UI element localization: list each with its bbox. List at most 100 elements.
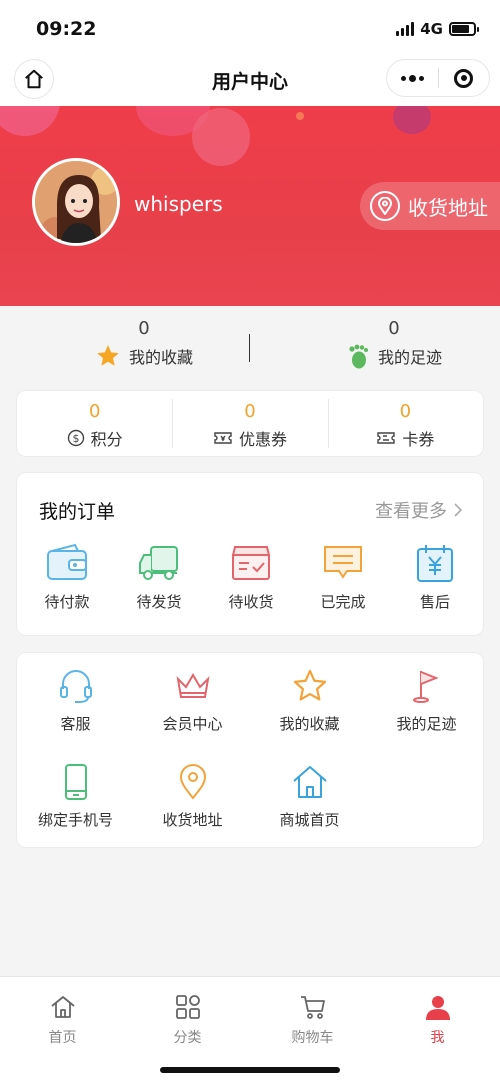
shipping-address-button[interactable]: 收货地址 <box>360 182 500 230</box>
tab-bar: 首页 分类 购物车 我 <box>0 976 500 1082</box>
order-after-sale-label: 售后 <box>419 593 450 611</box>
points-label: 积分 <box>90 430 123 449</box>
shipping-address-item-label: 收货地址 <box>162 811 223 829</box>
points-icon: $ <box>67 429 84 447</box>
footprints-label: 我的足迹 <box>377 348 442 367</box>
shipping-address-label: 收货地址 <box>408 195 488 220</box>
headset-icon <box>59 670 92 703</box>
customer-service-label: 客服 <box>60 715 91 733</box>
points-item[interactable]: 0 $ 积分 <box>17 391 172 456</box>
tab-category[interactable]: 分类 <box>125 993 250 1047</box>
order-pending-shipment[interactable]: 待发货 <box>114 543 204 612</box>
order-after-sale[interactable]: 售后 <box>390 543 480 612</box>
view-more-link[interactable]: 查看更多 <box>375 497 463 523</box>
nav-bar: 用户中心 <box>0 56 500 106</box>
footprint-icon <box>349 344 368 369</box>
orders-card: 我的订单 查看更多 待付款 待发货 待收货 已完成 售后 <box>16 472 484 636</box>
points-count: 0 <box>88 401 101 422</box>
services-card: 客服 会员中心 我的收藏 我的足迹 绑定手机号 收货地址 商城首页 <box>16 652 484 848</box>
package-icon <box>231 546 271 580</box>
flag-icon <box>412 671 439 703</box>
svg-text:$: $ <box>72 432 79 445</box>
member-center-item[interactable]: 会员中心 <box>134 667 251 734</box>
cart-icon <box>300 996 325 1019</box>
home-icon <box>50 996 75 1018</box>
tab-home-label: 首页 <box>48 1030 77 1046</box>
profile-banner: whispers 收货地址 <box>0 106 500 306</box>
mini-program-capsule <box>386 59 490 97</box>
my-footprints-label: 我的足迹 <box>396 715 457 733</box>
after-sale-icon <box>417 545 453 582</box>
tab-cart[interactable]: 购物车 <box>250 993 375 1047</box>
wallet-icon <box>47 543 87 580</box>
order-completed[interactable]: 已完成 <box>298 543 388 612</box>
my-favorites-label: 我的收藏 <box>279 715 340 733</box>
mall-home-label: 商城首页 <box>279 811 340 829</box>
order-pending-payment-label: 待付款 <box>44 593 90 611</box>
truck-icon <box>139 546 178 580</box>
view-more-label: 查看更多 <box>375 501 447 522</box>
footprints-stat[interactable]: 0 我的足迹 <box>294 318 494 369</box>
chevron-right-icon <box>454 503 463 517</box>
more-dots-icon <box>400 74 424 82</box>
tab-category-label: 分类 <box>173 1030 202 1046</box>
favorites-label: 我的收藏 <box>128 348 193 367</box>
wallet-card: 0 $ 积分 0 优惠券 0 卡券 <box>16 390 484 457</box>
location-pin-icon <box>370 191 400 221</box>
order-pending-shipment-label: 待发货 <box>136 593 182 611</box>
favorites-stat[interactable]: 0 我的收藏 <box>44 318 244 369</box>
my-footprints-item[interactable]: 我的足迹 <box>368 667 485 734</box>
status-bar: 09:22 4G <box>0 0 500 56</box>
divider <box>249 334 250 362</box>
bind-phone-item[interactable]: 绑定手机号 <box>17 763 134 830</box>
coupon-icon <box>214 432 232 444</box>
category-icon <box>175 995 200 1019</box>
decor-bubble <box>393 106 431 134</box>
coupon-count: 0 <box>244 401 256 422</box>
card-icon <box>377 432 396 444</box>
tab-me[interactable]: 我 <box>375 993 500 1047</box>
username: whispers <box>134 192 223 216</box>
house-icon <box>292 766 327 798</box>
orders-title: 我的订单 <box>39 501 116 523</box>
star-outline-icon <box>293 669 326 701</box>
customer-service-item[interactable]: 客服 <box>17 667 134 734</box>
favorites-count: 0 <box>138 318 150 339</box>
tab-cart-label: 购物车 <box>291 1030 334 1046</box>
target-icon <box>454 68 474 88</box>
avatar[interactable] <box>32 158 120 246</box>
coupon-item[interactable]: 0 优惠券 <box>172 391 327 456</box>
decor-bubble <box>192 108 250 166</box>
user-icon <box>425 996 450 1020</box>
battery-icon <box>449 22 479 36</box>
order-pending-receipt[interactable]: 待收货 <box>206 543 296 612</box>
phone-icon <box>64 764 87 800</box>
order-pending-receipt-label: 待收货 <box>228 593 274 611</box>
shipping-address-item[interactable]: 收货地址 <box>134 763 251 830</box>
card-count: 0 <box>399 401 412 422</box>
home-indicator <box>160 1067 340 1073</box>
my-favorites-item[interactable]: 我的收藏 <box>251 667 368 734</box>
mall-home-item[interactable]: 商城首页 <box>251 763 368 830</box>
order-completed-label: 已完成 <box>320 593 366 611</box>
card-label: 卡券 <box>402 430 435 449</box>
message-icon <box>324 546 362 579</box>
network-type: 4G <box>420 20 443 38</box>
order-pending-payment[interactable]: 待付款 <box>22 543 112 612</box>
status-time: 09:22 <box>36 18 97 40</box>
bind-phone-label: 绑定手机号 <box>37 811 113 829</box>
close-miniprogram-button[interactable] <box>439 60 490 96</box>
card-item[interactable]: 0 卡券 <box>327 391 483 456</box>
star-icon <box>97 345 119 366</box>
decor-bubble <box>0 106 60 136</box>
stats-bar: 0 我的收藏 0 我的足迹 <box>0 306 500 388</box>
signal-icon <box>396 22 415 36</box>
more-button[interactable] <box>387 60 438 96</box>
tab-me-label: 我 <box>430 1030 445 1046</box>
crown-icon <box>176 673 209 698</box>
footprints-count: 0 <box>388 318 400 339</box>
decor-bubble <box>296 112 304 120</box>
tab-home[interactable]: 首页 <box>0 993 125 1047</box>
coupon-label: 优惠券 <box>238 430 287 449</box>
member-center-label: 会员中心 <box>162 715 223 733</box>
